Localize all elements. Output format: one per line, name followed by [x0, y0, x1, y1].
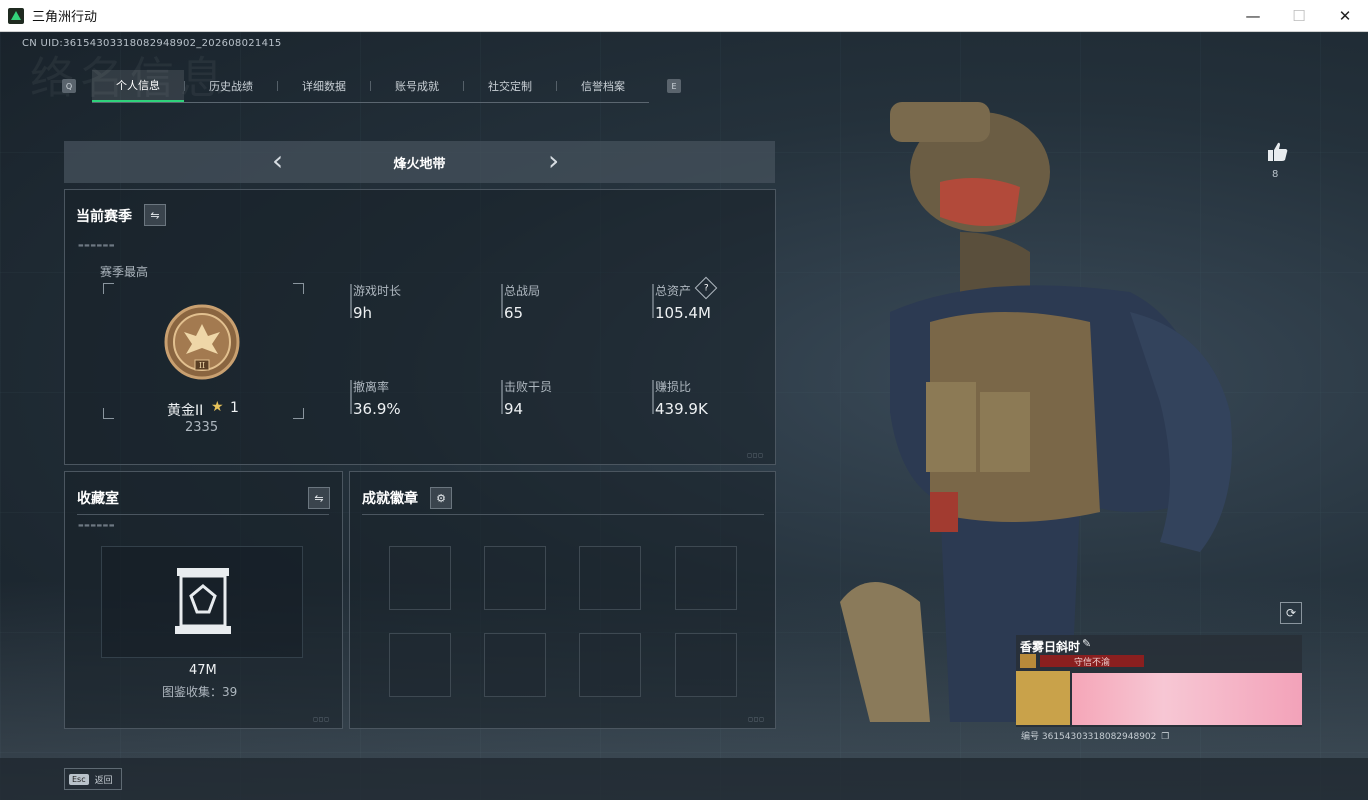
stat-label-kills: 击败干员: [504, 380, 553, 394]
stat-label-assets: 总资产: [655, 284, 692, 298]
player-id: 编号 36154303318082948902 ❐: [1021, 732, 1170, 742]
mode-prev-arrow[interactable]: ‹: [272, 147, 283, 175]
star-icon: ★: [211, 399, 224, 415]
swap-icon: ⇋: [150, 208, 160, 222]
rank-name: 黄金II: [167, 403, 204, 419]
player-name: 香雾日斜时: [1020, 640, 1081, 654]
stat-label-extraction-rate: 撤离率: [353, 380, 390, 394]
stat-label-profit-ratio: 赚损比: [655, 380, 692, 394]
badge-slot[interactable]: [579, 633, 641, 697]
badge-slot[interactable]: [579, 546, 641, 610]
tab-reputation[interactable]: 信誉档案: [557, 70, 649, 102]
mode-name: 烽火地带: [393, 156, 446, 172]
stat-label-playtime: 游戏时长: [353, 284, 402, 298]
tab-detailed-data[interactable]: 详细数据: [278, 70, 370, 102]
maximize-button[interactable]: ☐: [1276, 0, 1322, 31]
tab-history[interactable]: 历史战绩: [185, 70, 277, 102]
window-titlebar: 三角洲行动 — ☐ ✕: [0, 0, 1368, 32]
window-title: 三角洲行动: [32, 10, 98, 25]
mode-next-arrow[interactable]: ›: [548, 147, 559, 175]
badge-slot[interactable]: [389, 546, 451, 610]
thumbs-up-icon: [1268, 142, 1288, 161]
back-button[interactable]: Esc 返回: [64, 768, 122, 790]
player-title-tag: 守信不渝: [1040, 655, 1144, 668]
window-controls: — ☐ ✕: [1230, 0, 1368, 31]
copy-icon[interactable]: ❐: [1161, 732, 1169, 742]
rank-points: 2335: [185, 420, 219, 435]
tab-achievements[interactable]: 账号成就: [371, 70, 463, 102]
tabs: 个人信息 历史战绩 详细数据 账号成就 社交定制 信誉档案: [92, 69, 649, 103]
tab-bar: Q 个人信息 历史战绩 详细数据 账号成就 社交定制 信誉档案 E: [62, 69, 681, 103]
game-viewport: 络名信息 CN UID:36154303318082948902_2026080…: [0, 32, 1368, 800]
collection-title: 收藏室: [77, 491, 119, 507]
gear-icon: ⚙: [436, 491, 446, 505]
collection-switch-button[interactable]: ⇋: [308, 487, 330, 509]
collection-caption: 图鉴收集：39: [162, 685, 238, 699]
swap-icon: ⇋: [314, 491, 324, 505]
bottom-bar: [0, 758, 1368, 800]
display-case-icon: [175, 568, 231, 634]
badges-title: 成就徽章: [362, 491, 418, 507]
rotate-character-button[interactable]: ⟳: [1280, 602, 1302, 624]
rotate-icon: ⟳: [1285, 606, 1297, 620]
tab-next-key-hint[interactable]: E: [667, 79, 681, 93]
stat-value-matches: 65: [504, 304, 524, 322]
namecard-banner: [1072, 673, 1302, 725]
assets-help-icon[interactable]: ?: [694, 276, 718, 300]
badge-slot[interactable]: [484, 546, 546, 610]
app-logo-icon: [8, 7, 24, 24]
back-label: 返回: [94, 775, 113, 786]
collection-panel: 收藏室 ⇋ ▬▬▬▬▬▬ 47M 图鉴收集：39 ◻◻◻: [64, 471, 343, 729]
stat-value-assets: 105.4M: [655, 304, 711, 322]
badges-panel: 成就徽章 ⚙ ◻◻◻: [349, 471, 776, 729]
title-badge-icon: [1020, 654, 1036, 668]
player-uid: CN UID:36154303318082948902_202608021415: [22, 38, 282, 49]
player-namecard[interactable]: 香雾日斜时 ✎ 守信不渝: [1016, 635, 1302, 727]
badge-slot[interactable]: [675, 546, 737, 610]
like-button[interactable]: [1266, 140, 1290, 168]
tab-personal-info[interactable]: 个人信息: [92, 69, 184, 102]
rank-medal-icon: II: [164, 304, 240, 380]
rank-stars: 1: [230, 400, 239, 416]
badge-slot[interactable]: [484, 633, 546, 697]
tab-prev-key-hint[interactable]: Q: [62, 79, 76, 93]
mode-selector: ‹ 烽火地带 ›: [64, 141, 775, 183]
badge-slot[interactable]: [389, 633, 451, 697]
badge-slot[interactable]: [675, 633, 737, 697]
stat-label-matches: 总战局: [504, 284, 541, 298]
stat-value-profit-ratio: 439.9K: [655, 400, 708, 418]
like-count: 8: [1272, 169, 1279, 180]
avatar[interactable]: [1016, 671, 1070, 725]
svg-text:II: II: [199, 361, 205, 370]
esc-key-hint: Esc: [69, 773, 89, 785]
stat-value-playtime: 9h: [353, 304, 373, 322]
season-best-label: 赛季最高: [100, 265, 149, 279]
season-title: 当前赛季: [76, 209, 132, 225]
stat-value-extraction-rate: 36.9%: [353, 400, 401, 418]
stat-value-kills: 94: [504, 400, 524, 418]
edit-name-icon[interactable]: ✎: [1082, 637, 1091, 650]
collection-value: 47M: [189, 663, 217, 678]
minimize-button[interactable]: —: [1230, 0, 1276, 31]
season-switch-button[interactable]: ⇋: [144, 204, 166, 226]
close-button[interactable]: ✕: [1322, 0, 1368, 31]
badges-settings-button[interactable]: ⚙: [430, 487, 452, 509]
tab-social[interactable]: 社交定制: [464, 70, 556, 102]
